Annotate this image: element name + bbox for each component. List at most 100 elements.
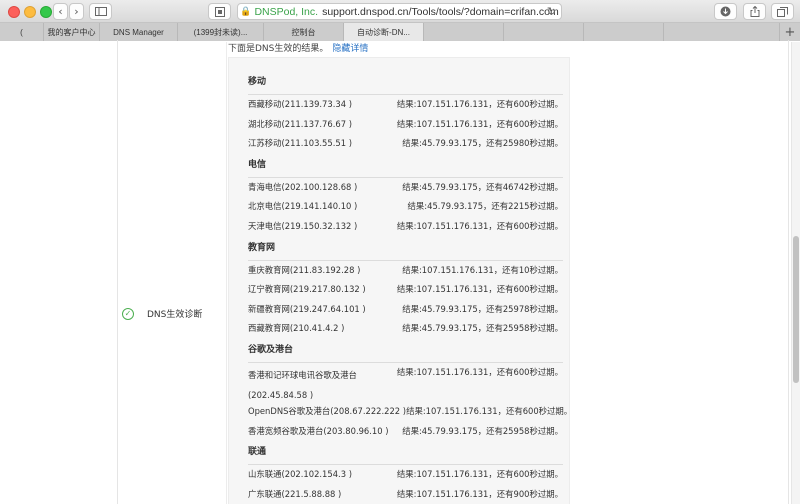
resolver-location: 新疆教育网(219.247.64.101 ) (248, 303, 366, 314)
results-list: 移动西藏移动(211.139.73.34 ) 结果:107.151.176.131… (248, 74, 572, 504)
resolve-result: 结果:107.151.176.131，还有600秒过期。 (396, 118, 563, 129)
reader-icon (214, 6, 225, 17)
resolver-location: 西藏教育网(210.41.4.2 ) (248, 323, 345, 334)
reader-button[interactable] (208, 3, 231, 20)
download-icon (720, 6, 731, 17)
tab-label: 我的客户中心 (47, 27, 96, 37)
column-divider (226, 42, 227, 504)
result-row: 天津电信(219.150.32.132 ) 结果:107.151.176.131，… (248, 220, 563, 240)
share-icon (750, 6, 759, 17)
intro-text: 下面是DNS生效的结果。 隐藏详情 (228, 41, 368, 54)
tabs-icon (777, 6, 788, 17)
resolve-result: 结果:45.79.93.175，还有25980秒过期。 (402, 138, 563, 149)
result-row: 湖北移动(211.137.76.67 ) 结果:107.151.176.131，还… (248, 118, 563, 138)
resolver-location: 天津电信(219.150.32.132 ) (248, 220, 358, 231)
check-circle-icon: ✓ (122, 307, 134, 320)
sidebar-toggle-button[interactable] (89, 3, 112, 20)
zoom-window-button[interactable] (40, 6, 52, 18)
resolver-location: 青海电信(202.100.128.68 ) (248, 181, 358, 192)
share-button[interactable] (743, 3, 766, 20)
result-row: 辽宁教育网(219.217.80.132 ) 结果:107.151.176.131… (248, 283, 563, 303)
browser-tab[interactable] (664, 23, 780, 41)
tab-label: DNS Manager (113, 27, 164, 37)
resolver-location: 重庆教育网(211.83.192.28 ) (248, 264, 361, 275)
resolver-location: OpenDNS谷歌及港台(208.67.222.222 ) (248, 405, 407, 416)
browser-tab[interactable]: 我的客户中心 (44, 23, 100, 41)
browser-tab[interactable]: ( (0, 23, 44, 41)
chevron-left-icon: ‹ (58, 5, 63, 18)
result-row: 重庆教育网(211.83.192.28 ) 结果:107.151.176.131，… (248, 264, 563, 284)
new-tab-button[interactable]: + (780, 23, 800, 41)
scrollbar-thumb[interactable] (793, 236, 799, 383)
close-window-button[interactable] (8, 6, 20, 18)
resolver-location: 广东联通(221.5.88.88 ) (248, 488, 342, 499)
reload-icon[interactable]: ↻ (547, 5, 556, 18)
result-row: 山东联通(202.102.154.3 ) 结果:107.151.176.131，还… (248, 468, 563, 488)
resolve-result: 结果:45.79.93.175，还有46742秒过期。 (402, 181, 563, 192)
isp-group-title: 电信 (248, 157, 563, 178)
result-row: 北京电信(219.141.140.10 ) 结果:45.79.93.175，还有2… (248, 200, 563, 220)
back-button[interactable]: ‹ (53, 3, 68, 20)
resolver-location: 西藏移动(211.139.73.34 ) (248, 99, 352, 109)
resolve-result: 结果:107.151.176.131，还有900秒过期。 (396, 488, 563, 499)
results-panel: 移动西藏移动(211.139.73.34 ) 结果:107.151.176.131… (228, 57, 572, 504)
lock-icon: 🔒 (240, 6, 252, 16)
minimize-window-button[interactable] (24, 6, 36, 18)
result-row: OpenDNS谷歌及港台(208.67.222.222 ) 结果:107.151.… (248, 405, 572, 425)
resolve-result: 结果:107.151.176.131，还有600秒过期。 (406, 405, 573, 416)
tab-overview-button[interactable] (771, 3, 794, 20)
sidebar-icon (94, 7, 107, 16)
tab-label: ( (20, 27, 23, 37)
address-bar[interactable]: 🔒 DNSPod, Inc. support.dnspod.cn/Tools/t… (237, 3, 562, 20)
resolve-result: 结果:107.151.176.131，还有10秒过期。 (402, 264, 563, 275)
resolve-result: 结果:107.151.176.131，还有600秒过期。 (396, 469, 563, 480)
row-label: DNS生效诊断 (147, 310, 203, 320)
browser-tab[interactable] (424, 23, 504, 41)
isp-group-title: 移动 (248, 74, 563, 95)
isp-group-title: 谷歌及港台 (248, 342, 563, 363)
resolver-location: 山东联通(202.102.154.3 ) (248, 469, 352, 480)
tab-bar: ( 我的客户中心 DNS Manager (1399封未读)... 控制台 自动诊断-DN… (0, 23, 800, 41)
browser-tab[interactable] (504, 23, 584, 41)
resolve-result: 结果:45.79.93.175，还有2215秒过期。 (407, 201, 563, 212)
chevron-right-icon: › (74, 5, 79, 18)
resolve-result: 结果:107.151.176.131，还有600秒过期。 (396, 366, 563, 377)
resolve-result: 结果:45.79.93.175，还有25958秒过期。 (402, 425, 563, 436)
result-row: 江苏移动(211.103.55.51 ) 结果:45.79.93.175，还有25… (248, 137, 563, 157)
tab-label: (1399封未读)... (193, 27, 248, 37)
isp-group-title: 教育网 (248, 240, 563, 261)
intro-sentence: 下面是DNS生效的结果。 (228, 44, 329, 54)
hide-details-link[interactable]: 隐藏详情 (332, 44, 368, 54)
site-organization: DNSPod, Inc. (254, 5, 319, 18)
resolver-location: 江苏移动(211.103.55.51 ) (248, 138, 352, 149)
resolve-result: 结果:107.151.176.131，还有600秒过期。 (396, 284, 563, 295)
scrollbar-track[interactable] (791, 42, 800, 504)
isp-group-title: 联通 (248, 444, 563, 466)
forward-button[interactable]: › (69, 3, 84, 20)
resolver-location: 香港和记环球电讯谷歌及港台(202.45.84.58 ) (248, 369, 357, 400)
resolver-location: 湖北移动(211.137.76.67 ) (248, 118, 352, 129)
browser-tab[interactable]: 控制台 (264, 23, 344, 41)
result-row: 西藏移动(211.139.73.34 ) 结果:107.151.176.131，还… (248, 98, 563, 118)
browser-tab[interactable]: DNS Manager (100, 23, 178, 41)
tab-label: 控制台 (291, 27, 316, 37)
result-row: 西藏教育网(210.41.4.2 ) 结果:45.79.93.175，还有2595… (248, 322, 563, 342)
tab-label: 自动诊断-DN... (357, 27, 410, 37)
result-row: 广东联通(221.5.88.88 ) 结果:107.151.176.131，还有9… (248, 488, 563, 504)
window-titlebar: ‹ › 🔒 DNSPod, Inc. support.dnspod.cn/Too… (0, 0, 800, 23)
result-row: 新疆教育网(219.247.64.101 ) 结果:45.79.93.175，还有… (248, 303, 563, 323)
result-row: 青海电信(202.100.128.68 ) 结果:45.79.93.175，还有4… (248, 181, 563, 201)
browser-tab[interactable] (584, 23, 664, 41)
resolve-result: 结果:45.79.93.175，还有25958秒过期。 (402, 323, 563, 334)
address-url: support.dnspod.cn/Tools/tools/?domain=cr… (322, 5, 559, 18)
resolve-result: 结果:107.151.176.131，还有600秒过期。 (396, 220, 563, 231)
resolve-result: 结果:107.151.176.131，还有600秒过期。 (396, 99, 563, 109)
resolver-location: 香港宽频谷歌及港台(203.80.96.10 ) (248, 425, 389, 436)
resolver-location: 北京电信(219.141.140.10 ) (248, 201, 358, 212)
result-row: 香港宽频谷歌及港台(203.80.96.10 ) 结果:45.79.93.175，… (248, 425, 563, 445)
page-content: ✓ DNS生效诊断 下面是DNS生效的结果。 隐藏详情 移动西藏移动(211.13… (0, 40, 800, 504)
resolve-result: 结果:45.79.93.175，还有25978秒过期。 (402, 303, 563, 314)
browser-tab[interactable]: (1399封未读)... (178, 23, 264, 41)
downloads-button[interactable] (714, 3, 737, 20)
browser-tab[interactable]: 自动诊断-DN... (344, 23, 424, 41)
